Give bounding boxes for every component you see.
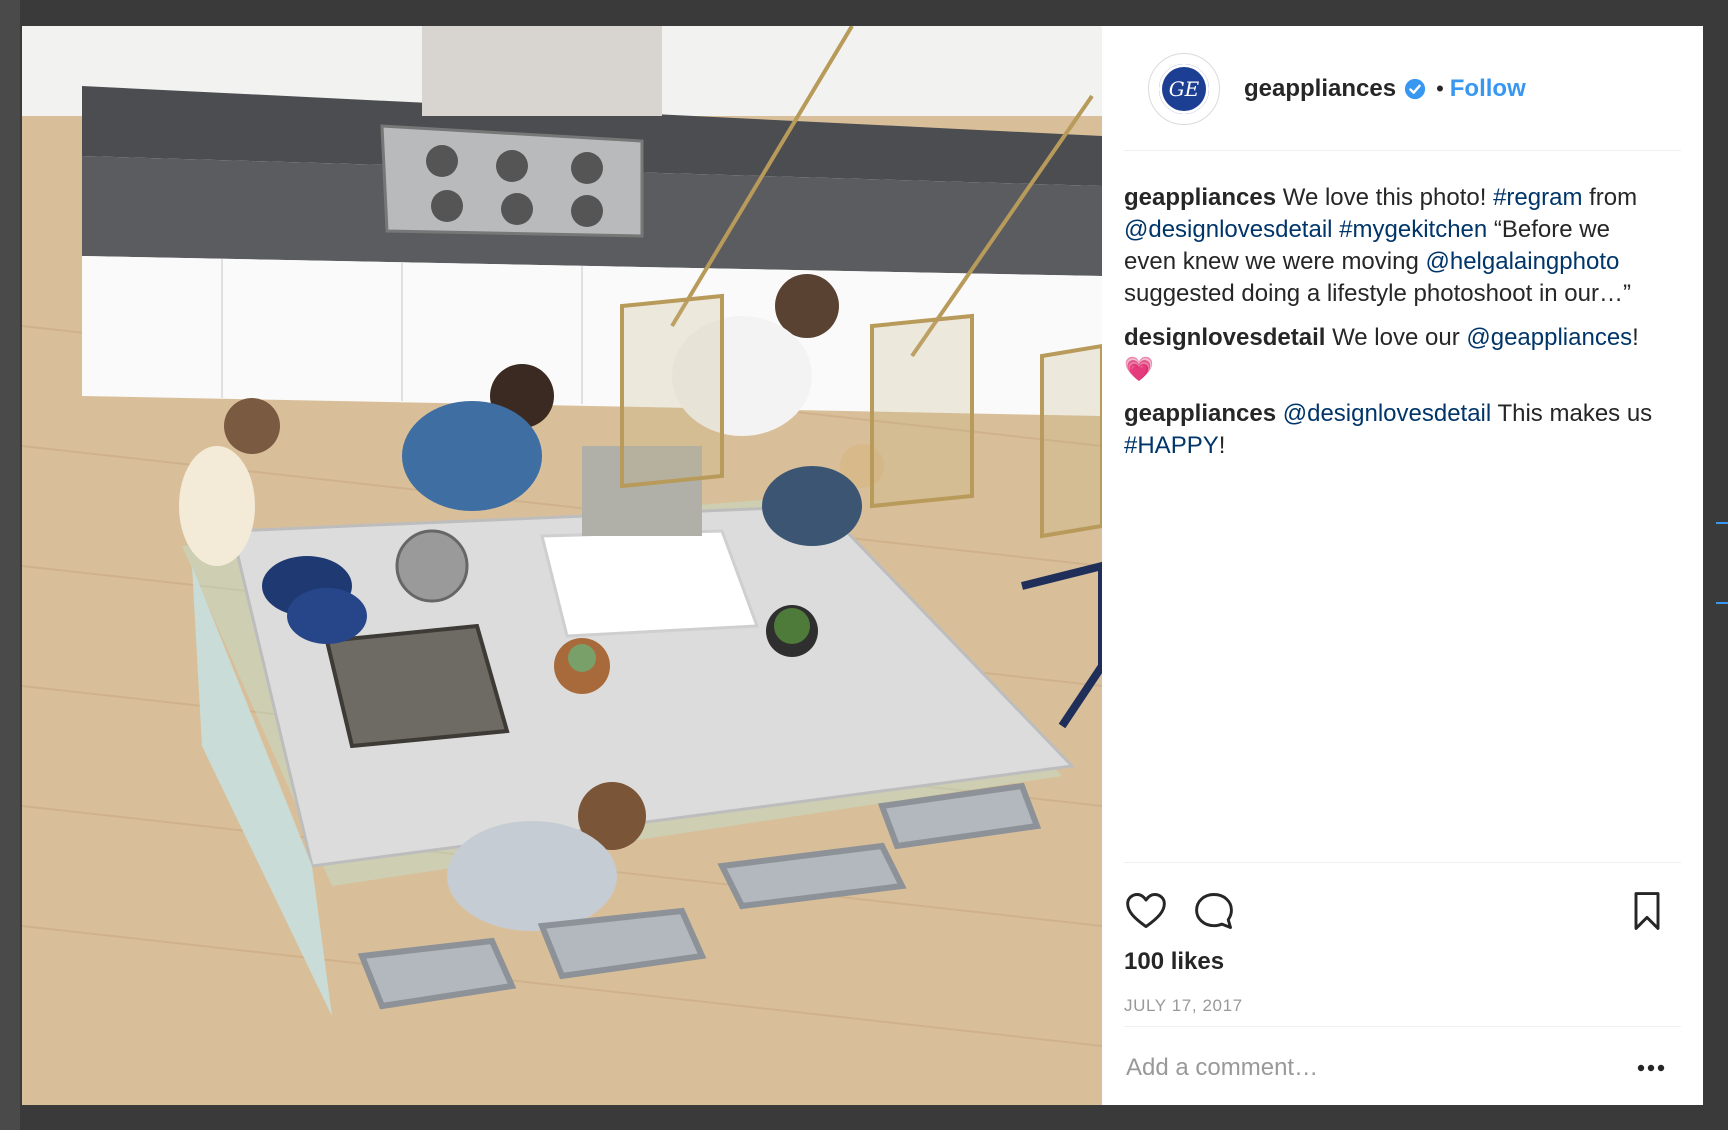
ellipsis-icon[interactable]: [1633, 1058, 1669, 1078]
account-avatar[interactable]: GE: [1148, 53, 1220, 125]
comments-list: geappliances We love this photo! #regram…: [1124, 182, 1664, 474]
hashtag-link[interactable]: #regram: [1493, 184, 1582, 211]
comment-text: This makes us: [1491, 400, 1653, 427]
post-photo[interactable]: [22, 26, 1102, 1105]
comment-author[interactable]: designlovesdetail: [1124, 324, 1325, 351]
mention-link[interactable]: @helgalaingphoto: [1425, 248, 1619, 275]
follow-button[interactable]: Follow: [1450, 75, 1526, 103]
comment-text: [1276, 400, 1283, 427]
post-side-panel: GE geappliances • Follow geappliances We…: [1102, 26, 1703, 1105]
header-divider: [1124, 150, 1681, 151]
comment-bubble-icon[interactable]: [1192, 889, 1236, 933]
account-username[interactable]: geappliances: [1244, 75, 1396, 103]
verified-badge-icon: [1404, 78, 1426, 100]
comment-item: geappliances @designlovesdetail This mak…: [1124, 398, 1664, 462]
ge-logo: GE: [1159, 64, 1209, 114]
likes-count[interactable]: 100 likes: [1124, 948, 1224, 976]
comment-text: We love our: [1325, 324, 1467, 351]
kitchen-photo-illustration: [22, 26, 1102, 1105]
post-header: GE geappliances • Follow: [1148, 53, 1663, 125]
mention-link[interactable]: @designlovesdetail: [1283, 400, 1492, 427]
comment-input-row: [1124, 1046, 1669, 1090]
post-actions: [1124, 886, 1669, 936]
header-separator: •: [1436, 76, 1444, 101]
hashtag-link[interactable]: #HAPPY: [1124, 432, 1219, 459]
actions-divider: [1124, 862, 1681, 863]
comment-author[interactable]: geappliances: [1124, 400, 1276, 427]
post-modal: GE geappliances • Follow geappliances We…: [22, 26, 1703, 1105]
add-comment-input[interactable]: [1124, 1053, 1633, 1083]
comment-divider: [1124, 1026, 1681, 1027]
comment-text: from: [1582, 184, 1638, 211]
bookmark-icon[interactable]: [1625, 889, 1669, 933]
comment-text: suggested doing a lifestyle photoshoot i…: [1124, 280, 1631, 307]
background-accent: [1716, 522, 1728, 524]
comment-text: We love this photo!: [1276, 184, 1494, 211]
comment-author[interactable]: geappliances: [1124, 184, 1276, 211]
mention-link[interactable]: @geappliances: [1466, 324, 1632, 351]
background-accent: [1716, 602, 1728, 604]
heart-icon[interactable]: [1124, 889, 1168, 933]
comment-item: geappliances We love this photo! #regram…: [1124, 182, 1664, 310]
post-date[interactable]: JULY 17, 2017: [1124, 996, 1243, 1016]
hashtag-link[interactable]: #mygekitchen: [1339, 216, 1487, 243]
background-strip-left: [0, 0, 20, 1130]
mention-link[interactable]: @designlovesdetail: [1124, 216, 1333, 243]
comment-item: designlovesdetail We love our @geapplian…: [1124, 322, 1664, 386]
comment-text: !: [1218, 432, 1226, 459]
